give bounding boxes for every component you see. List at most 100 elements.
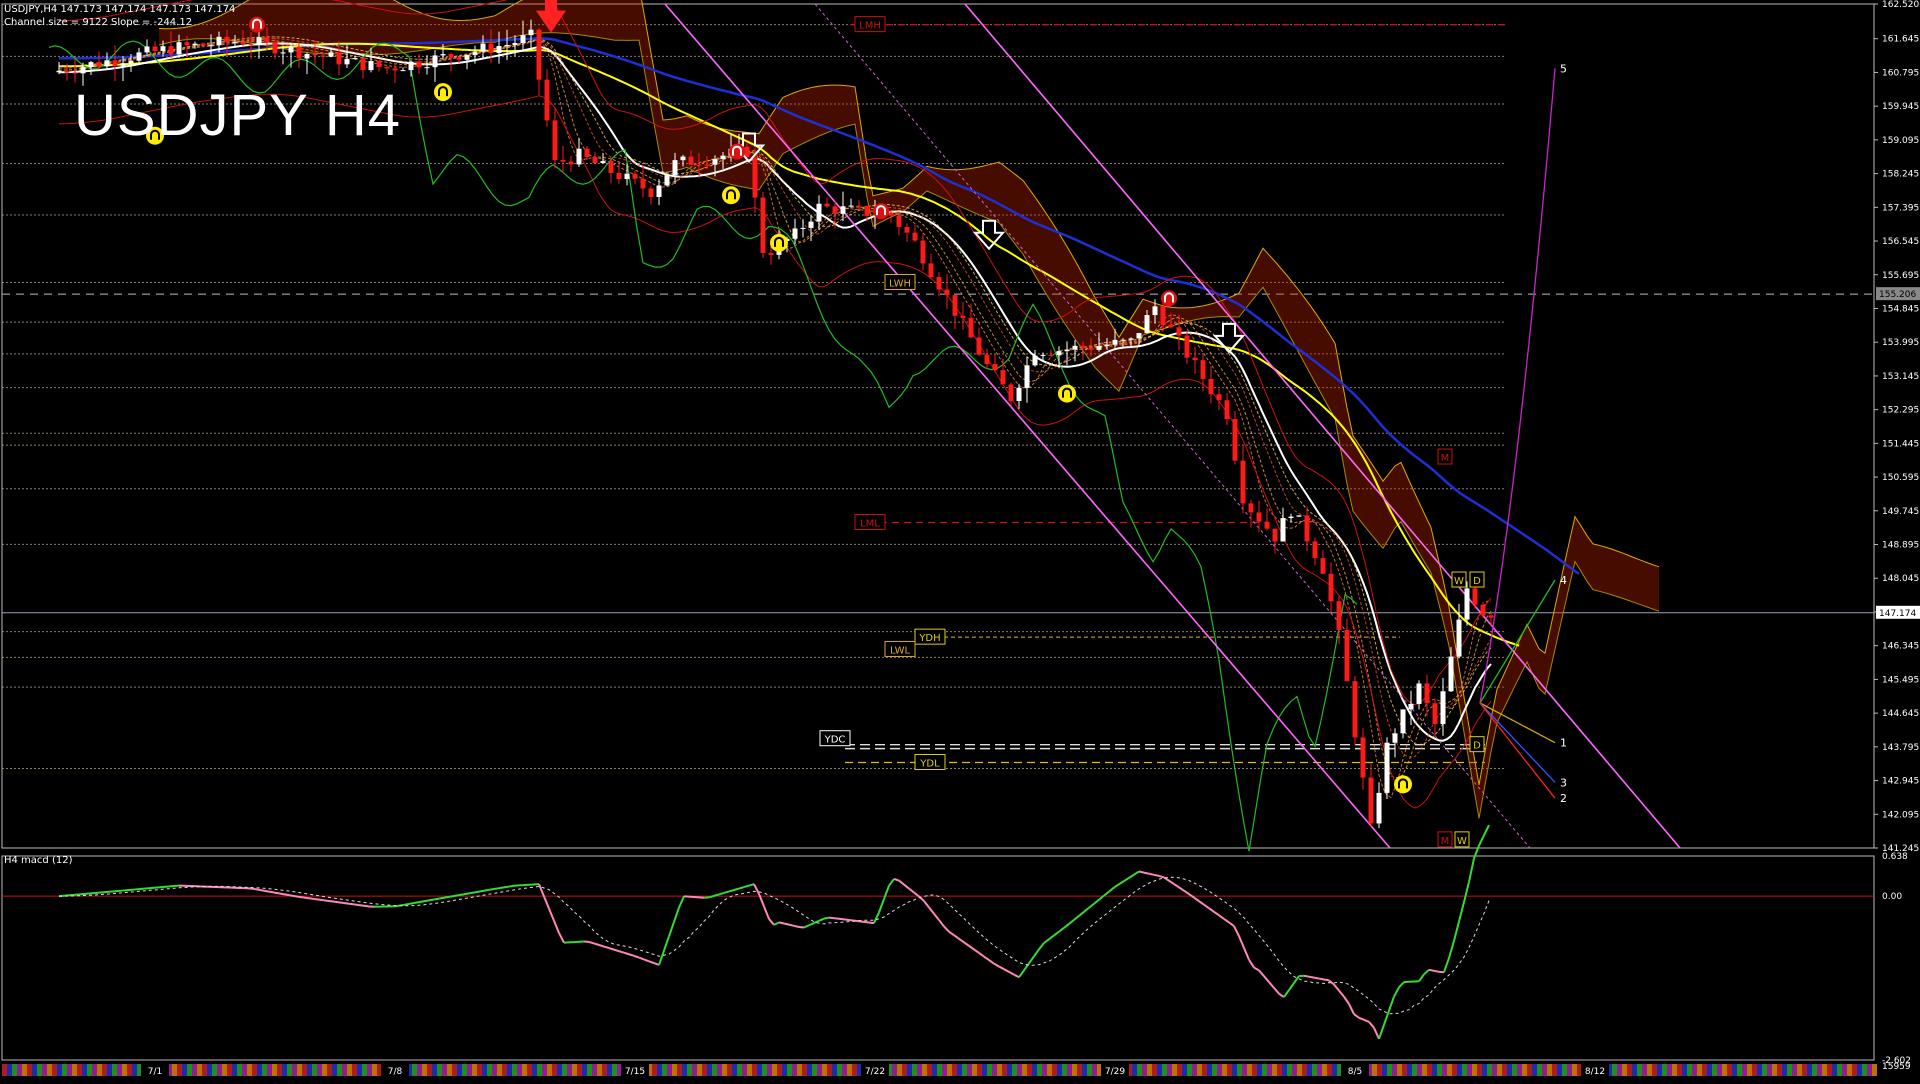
candle-body xyxy=(1417,684,1422,704)
y-tick-label: 148.045 xyxy=(1882,574,1919,584)
candle-body xyxy=(1017,388,1022,401)
candle-body xyxy=(441,54,446,55)
time-strip-cell xyxy=(972,1064,977,1076)
candle-body xyxy=(1241,461,1246,504)
time-strip-cell xyxy=(1862,1064,1867,1076)
time-strip-cell xyxy=(452,1064,457,1076)
macd-line-segment xyxy=(1074,916,1079,920)
time-strip-cell xyxy=(287,1064,292,1076)
macd-line-segment xyxy=(499,887,504,888)
y-tick-label: 159.945 xyxy=(1882,102,1919,112)
macd-line-segment xyxy=(259,890,264,891)
macd-line-segment xyxy=(289,895,294,896)
macd-line-segment xyxy=(1094,900,1099,904)
chart-canvas[interactable]: LMHLWHLMLYDHLWLYDCYDLWDDMMW 54132 162.52… xyxy=(0,0,1920,1080)
down-arrow-icon xyxy=(975,221,1003,249)
macd-line-segment xyxy=(1309,977,1314,978)
time-strip-cell xyxy=(1082,1064,1087,1076)
macd-line-segment xyxy=(809,923,814,925)
macd-line-segment xyxy=(1324,979,1329,980)
projection-label: 1 xyxy=(1560,737,1567,750)
macd-line-segment xyxy=(299,897,304,898)
candle-body xyxy=(97,62,102,66)
macd-line-segment xyxy=(254,889,259,890)
time-strip-cell xyxy=(832,1064,837,1076)
macd-line-segment xyxy=(549,909,554,921)
yellow-signal-icon xyxy=(434,83,452,101)
time-strip-cell xyxy=(1447,1064,1452,1076)
macd-line-segment xyxy=(744,886,749,887)
time-strip-cell xyxy=(587,1064,592,1076)
time-strip-cell xyxy=(727,1064,732,1076)
time-strip-cell xyxy=(1227,1064,1232,1076)
time-strip-cell xyxy=(1642,1064,1647,1076)
macd-line-segment xyxy=(709,896,714,897)
candle-body xyxy=(897,216,902,227)
candle-body xyxy=(1425,684,1430,704)
time-strip-cell xyxy=(1177,1064,1182,1076)
chart-window[interactable]: LMHLWHLMLYDHLWLYDCYDLWDDMMW 54132 162.52… xyxy=(0,0,1920,1080)
macd-line-segment xyxy=(714,894,719,895)
time-strip-cell xyxy=(247,1064,252,1076)
macd-line-segment xyxy=(1039,943,1044,949)
macd-line-segment xyxy=(1219,915,1224,919)
projection-label: 4 xyxy=(1560,574,1567,587)
macd-line-segment xyxy=(1259,970,1264,976)
time-strip-cell xyxy=(337,1064,342,1076)
candle-body xyxy=(1385,743,1390,793)
time-strip-cell xyxy=(1627,1064,1632,1076)
candle-body xyxy=(585,149,590,157)
time-strip-cell xyxy=(1837,1064,1842,1076)
candle-body xyxy=(1345,630,1350,681)
time-strip-cell xyxy=(567,1064,572,1076)
y-tick-label: 144.645 xyxy=(1882,709,1919,719)
time-strip-cell xyxy=(1747,1064,1752,1076)
macd-line-segment xyxy=(1464,882,1469,902)
candle-body xyxy=(1177,327,1182,335)
yellow-signal-icon xyxy=(1058,385,1076,403)
time-strip-cell xyxy=(1742,1064,1747,1076)
macd-line-segment xyxy=(859,921,864,922)
time-strip-cell xyxy=(1407,1064,1412,1076)
macd-line-segment xyxy=(849,920,854,921)
time-strip-cell xyxy=(227,1064,232,1076)
time-strip-cell xyxy=(932,1064,937,1076)
macd-line-segment xyxy=(724,891,729,892)
level-label-ydl: YDL xyxy=(919,759,940,770)
candle-body xyxy=(489,44,494,53)
candle-body xyxy=(1337,601,1342,630)
time-strip-cell xyxy=(107,1064,112,1076)
macd-plot-frame xyxy=(2,856,1874,1060)
candle-body xyxy=(1001,370,1006,384)
macd-line-segment xyxy=(649,961,654,963)
time-strip-cell xyxy=(742,1064,747,1076)
time-strip-cell xyxy=(662,1064,667,1076)
candle-body xyxy=(185,42,190,45)
macd-line-segment xyxy=(1269,982,1274,988)
macd-line-segment xyxy=(1184,891,1189,894)
macd-line-segment xyxy=(1444,958,1449,972)
level-label-lmh: LMH xyxy=(859,21,881,32)
candle-body xyxy=(233,42,238,43)
candle-body xyxy=(289,47,294,53)
candle-body xyxy=(1057,351,1062,355)
candle-body xyxy=(681,157,686,161)
time-strip-cell xyxy=(272,1064,277,1076)
time-strip-cell xyxy=(447,1064,452,1076)
candle-body xyxy=(137,52,142,60)
candle-body xyxy=(1369,778,1374,824)
candle-body xyxy=(241,42,246,44)
time-strip-cell xyxy=(1152,1064,1157,1076)
time-strip-cell xyxy=(342,1064,347,1076)
time-strip-cell xyxy=(827,1064,832,1076)
time-strip-cell xyxy=(1312,1064,1317,1076)
macd-line-segment xyxy=(1449,941,1454,958)
y-tick-label: 148.895 xyxy=(1882,541,1919,551)
candle-body xyxy=(1249,503,1254,512)
macd-line-segment xyxy=(274,892,279,893)
candle-body xyxy=(105,60,110,66)
time-strip-cell xyxy=(782,1064,787,1076)
candle-body xyxy=(953,295,958,316)
time-strip-cell xyxy=(927,1064,932,1076)
candle-body xyxy=(633,174,638,179)
